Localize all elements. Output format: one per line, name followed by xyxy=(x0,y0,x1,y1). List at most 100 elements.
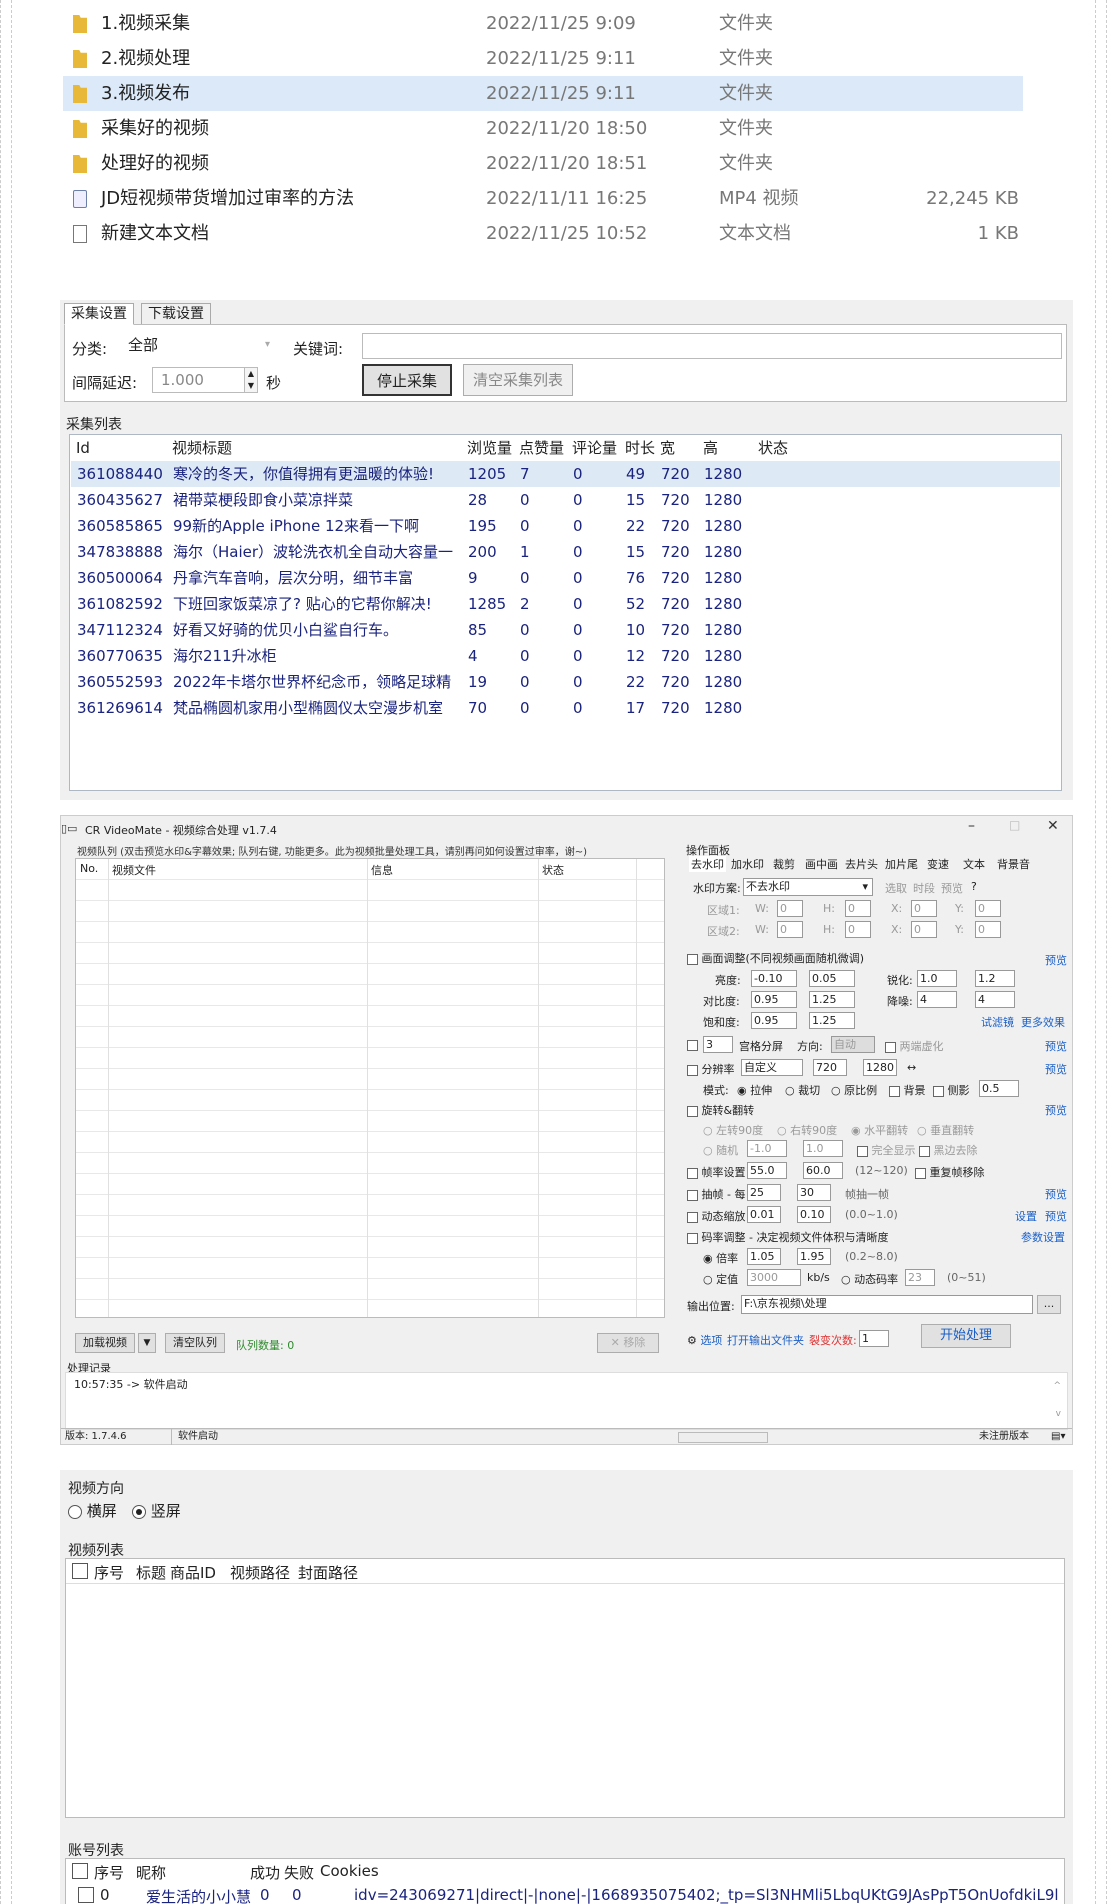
clear-collect-list-button[interactable]: 清空采集列表 xyxy=(463,364,573,396)
table-row[interactable]: 360435627 裙带菜梗段即食小菜凉拌菜 28 0 0 15 720 1280 xyxy=(71,487,1060,513)
column-header[interactable]: 评论量 xyxy=(572,436,617,460)
preview-link[interactable]: 预览 xyxy=(1045,1102,1067,1118)
tab-download-settings[interactable]: 下载设置 xyxy=(141,303,211,325)
zoom-min[interactable]: 0.01 xyxy=(747,1206,781,1223)
resolution-checkbox[interactable]: 分辨率 xyxy=(687,1061,735,1077)
column-header[interactable]: 失败 xyxy=(284,1862,314,1883)
brightness-min[interactable]: -0.10 xyxy=(751,970,797,987)
extract-checkbox[interactable]: 抽帧 - 每 xyxy=(687,1186,745,1202)
column-header[interactable]: 序号 xyxy=(94,1862,124,1883)
column-header[interactable]: 宽 xyxy=(660,436,675,460)
rotate-left-radio[interactable]: ○ 左转90度 xyxy=(703,1122,763,1138)
column-header[interactable]: 视频标题 xyxy=(172,436,232,460)
fixed-bitrate-select[interactable]: 3000 xyxy=(747,1269,801,1286)
preview-link[interactable]: 预览 xyxy=(1045,1186,1067,1202)
direction-select[interactable]: 自动 xyxy=(831,1036,875,1053)
fps-checkbox[interactable]: 帧率设置 xyxy=(687,1164,746,1180)
column-header[interactable]: 点赞量 xyxy=(519,436,564,460)
column-header[interactable]: 浏览量 xyxy=(467,436,512,460)
mode-crop-radio[interactable]: ○ 裁切 xyxy=(785,1082,820,1098)
delay-spinner[interactable]: ▲ ▼ xyxy=(244,367,258,393)
side-input[interactable]: 0.5 xyxy=(979,1080,1019,1097)
file-row[interactable]: 2.视频处理 2022/11/25 9:11 文件夹 xyxy=(63,41,1023,76)
rotate-checkbox[interactable]: 旋转&翻转 xyxy=(687,1102,754,1118)
swap-icon[interactable]: ↔ xyxy=(907,1061,916,1074)
fps-min[interactable]: 55.0 xyxy=(747,1162,787,1179)
add-video-dropdown-icon[interactable]: ▼ xyxy=(138,1333,156,1353)
table-row[interactable]: 347838888 海尔（Haier）波轮洗衣机全自动大容量一 200 1 0 15 720… xyxy=(71,539,1060,565)
tab-trim-head[interactable]: 去片头 xyxy=(845,856,878,872)
denoise-max[interactable]: 4 xyxy=(975,991,1015,1008)
open-output-folder-link[interactable]: 打开输出文件夹 xyxy=(727,1332,804,1348)
region1-w-input[interactable]: 0 xyxy=(777,900,803,917)
saturation-max[interactable]: 1.25 xyxy=(809,1012,855,1029)
column-header[interactable]: 昵称 xyxy=(136,1862,166,1883)
resolution-width[interactable]: 720 xyxy=(813,1059,847,1076)
maximize-icon[interactable]: □ xyxy=(1009,818,1020,832)
tab-add-tail[interactable]: 加片尾 xyxy=(885,856,918,872)
select-all-checkbox[interactable] xyxy=(72,1863,88,1879)
column-header[interactable]: Id xyxy=(76,436,90,460)
table-row[interactable]: 360585865 99新的Apple iPhone 12来看一下啊 195 0 0 22… xyxy=(71,513,1060,539)
add-video-button[interactable]: 加载视频 xyxy=(75,1333,135,1353)
clear-queue-button[interactable]: 清空队列 xyxy=(165,1333,225,1353)
table-row[interactable]: 360770635 海尔211升冰柜 4 0 0 12 720 1280 xyxy=(71,643,1060,669)
full-display-checkbox[interactable]: 完全显示 xyxy=(857,1142,916,1158)
tab-collect-settings[interactable]: 采集设置 xyxy=(64,303,134,325)
random-min[interactable]: -1.0 xyxy=(747,1140,787,1157)
bitrate-checkbox[interactable]: 码率调整 - 决定视频文件体积与清晰度 xyxy=(687,1229,888,1245)
output-path-input[interactable]: F:\京东视频\处理 xyxy=(741,1295,1033,1314)
resolution-height[interactable]: 1280 xyxy=(863,1059,897,1076)
zoom-checkbox[interactable]: 动态缩放 xyxy=(687,1208,746,1224)
fps-max[interactable]: 60.0 xyxy=(803,1162,843,1179)
watermark-select[interactable]: 不去水印 ▾ xyxy=(743,878,873,896)
column-header[interactable]: 序号 xyxy=(94,1562,124,1583)
start-process-button[interactable]: 开始处理 xyxy=(921,1324,1011,1348)
tab-text[interactable]: 文本 xyxy=(963,856,985,872)
param-settings-link[interactable]: 参数设置 xyxy=(1021,1229,1065,1245)
dynamic-bitrate-radio[interactable]: ○ 动态码率 xyxy=(841,1271,898,1287)
select-all-checkbox[interactable] xyxy=(72,1563,88,1579)
random-radio[interactable]: ○ 随机 xyxy=(703,1142,738,1158)
table-row[interactable]: 360552593 2022年卡塔尔世界杯纪念币，领略足球精 19 0 0 22 720 12… xyxy=(71,669,1060,695)
column-header[interactable]: 时长 xyxy=(625,436,655,460)
extract-min[interactable]: 25 xyxy=(747,1184,781,1201)
flip-h-radio[interactable]: ◉ 水平翻转 xyxy=(851,1122,908,1138)
region1-y-input[interactable]: 0 xyxy=(975,900,1001,917)
blur-checkbox[interactable]: 两端虚化 xyxy=(885,1038,944,1054)
preview-link[interactable]: 预览 xyxy=(1045,1061,1067,1077)
tab-speed[interactable]: 变速 xyxy=(927,856,949,872)
more-effects-link[interactable]: 更多效果 xyxy=(1021,1014,1065,1030)
dedup-checkbox[interactable]: 重复帧移除 xyxy=(915,1164,985,1180)
period-link[interactable]: 时段 xyxy=(913,880,935,896)
random-max[interactable]: 1.0 xyxy=(803,1140,843,1157)
portrait-radio[interactable]: 竖屏 xyxy=(132,1500,181,1521)
region2-h-input[interactable]: 0 xyxy=(845,921,871,938)
resolution-select[interactable]: 自定义 xyxy=(741,1059,803,1076)
file-row[interactable]: 新建文本文档 2022/11/25 10:52 文本文档 1 KB xyxy=(63,216,1023,251)
keyword-input[interactable] xyxy=(362,333,1062,359)
region2-y-input[interactable]: 0 xyxy=(975,921,1001,938)
mode-stretch-radio[interactable]: ◉ 拉伸 xyxy=(737,1082,772,1098)
table-row[interactable]: 361269614 梵品椭圆机家用小型椭圆仪太空漫步机室 70 0 0 17 720 1280 xyxy=(71,695,1060,721)
close-icon[interactable]: ✕ xyxy=(1047,818,1059,834)
rotate-right-radio[interactable]: ○ 右转90度 xyxy=(777,1122,837,1138)
preview-link[interactable]: 预览 xyxy=(1045,1038,1067,1054)
landscape-radio[interactable]: 横屏 xyxy=(68,1500,117,1521)
multiplier-min[interactable]: 1.05 xyxy=(747,1248,781,1265)
category-select[interactable]: 全部 ▾ xyxy=(120,333,280,359)
file-row[interactable]: 1.视频采集 2022/11/25 9:09 文件夹 xyxy=(63,6,1023,41)
adjust-checkbox[interactable]: 画面调整(不同视频画面随机微调) xyxy=(687,950,864,966)
settings-link[interactable]: 设置 xyxy=(1015,1208,1037,1224)
table-row[interactable]: 0 爱生活的小小慧 0 0 idv=243069271|direct|-|non… xyxy=(66,1885,1064,1904)
contrast-min[interactable]: 0.95 xyxy=(751,991,797,1008)
preview-link[interactable]: 预览 xyxy=(1045,1208,1067,1224)
background-checkbox[interactable]: 背景 xyxy=(889,1082,926,1098)
column-header[interactable]: Cookies xyxy=(320,1862,379,1880)
column-header[interactable]: No. xyxy=(80,862,98,875)
multiplier-radio[interactable]: ◉ 倍率 xyxy=(703,1250,738,1266)
table-row[interactable]: 347112324 好看又好骑的优贝小白鲨自行车。 85 0 0 10 720 1280 xyxy=(71,617,1060,643)
contrast-max[interactable]: 1.25 xyxy=(809,991,855,1008)
browse-button[interactable]: ... xyxy=(1037,1295,1061,1314)
region1-x-input[interactable]: 0 xyxy=(911,900,937,917)
